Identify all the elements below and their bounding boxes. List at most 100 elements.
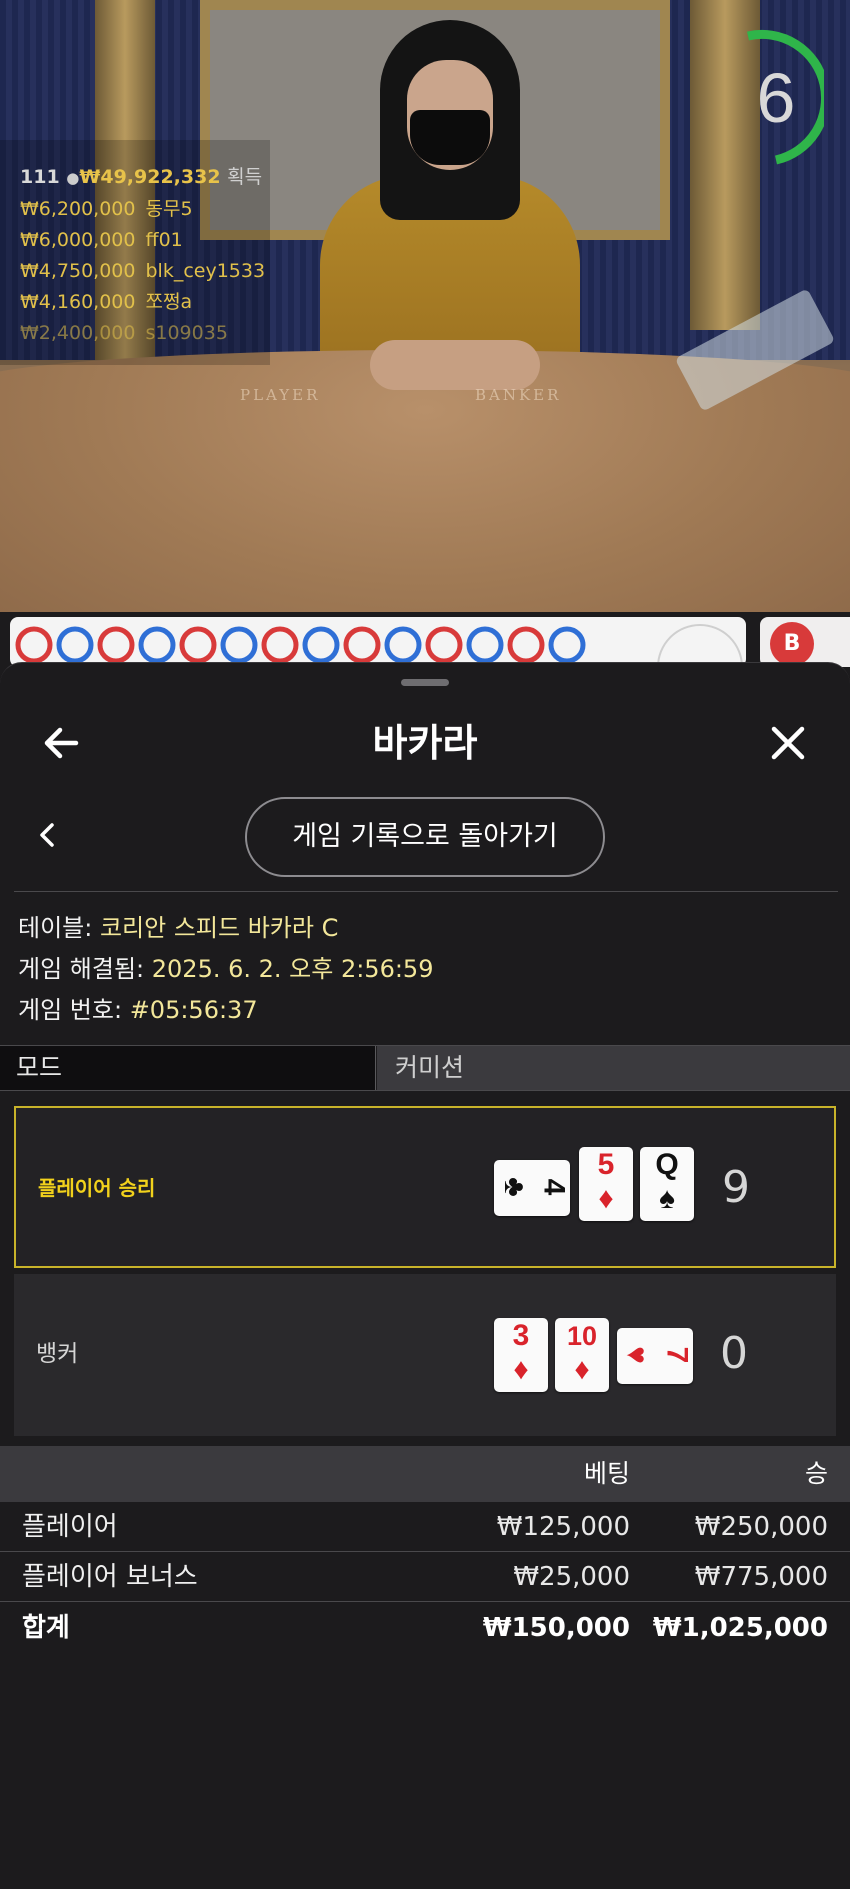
win-column-header: 승 [804,1459,828,1488]
card-rank: 4 [537,1178,571,1196]
winners-suffix: 획득 [227,166,263,188]
road-marker [56,626,94,664]
bead-road[interactable] [10,617,746,667]
winner-amount: ₩6,000,000 [20,229,136,251]
winners-count: 111 [20,166,60,188]
card-rank: 10 [566,1321,598,1351]
winners-total: ₩49,922,332 [79,166,221,188]
card-rank: 7 [660,1346,694,1364]
timer-value: 6 [756,59,796,137]
winner-name: ff01 [145,229,183,251]
card-rank: 3 [512,1319,530,1352]
sheet-header: 바카라 [0,703,850,783]
winner-amount: ₩2,400,000 [20,322,136,344]
road-marker [466,626,504,664]
banker-label: 뱅커 [36,1341,79,1367]
winner-row: ₩2,400,000 s109035 [20,318,265,349]
game-history-sheet: 바카라 게임 기록으로 돌아가기 테이블: 코리안 스피드 바카라 C 게임 해… [0,662,850,1889]
club-icon: ♣ [497,1177,531,1197]
return-to-history-button[interactable]: 게임 기록으로 돌아가기 [245,797,605,877]
road-marker [343,626,381,664]
bet-name: 플레이어 보너스 [22,1562,198,1592]
bead-road-markers [15,624,743,667]
table-value: 코리안 스피드 바카라 C [99,914,339,942]
road-marker [97,626,135,664]
card-rank: 5 [597,1148,615,1181]
banker-card-1: 3 ♦ [494,1318,548,1392]
resolved-label: 게임 해결됨: [18,955,145,983]
spade-icon: ♠ [659,1182,675,1215]
road-marker [15,626,53,664]
total-win: ₩1,025,000 [652,1613,828,1643]
mode-tab[interactable]: 모드 [0,1046,376,1090]
winner-amount: ₩4,160,000 [20,291,136,313]
road-marker [302,626,340,664]
winner-name: 쪼쩡a [145,291,193,313]
bet-amount: ₩25,000 [513,1562,630,1592]
resolved-line: 게임 해결됨: 2025. 6. 2. 오후 2:56:59 [18,949,433,990]
win-amount: ₩250,000 [694,1512,828,1542]
banker-card-3: 7 ♥ [617,1328,694,1384]
person-icon: ● [66,169,80,187]
banker-score: 0 [720,1328,748,1379]
road-marker [220,626,258,664]
winner-row: ₩4,160,000 쪼쩡a [20,287,265,318]
game-number-label: 게임 번호: [18,996,123,1024]
road-marker [507,626,545,664]
live-video: PLAYER BANKER 6 111 ●₩49,922,332 획득 ₩6,2… [0,0,850,612]
felt-player-label: PLAYER [240,386,321,404]
winner-row: ₩4,750,000 blk_cey1533 [20,256,265,287]
close-icon[interactable] [766,721,810,765]
winner-row: ₩6,000,000 ff01 [20,225,265,256]
player-card-3: Q ♠ [640,1147,694,1221]
heart-icon: ♥ [619,1346,653,1364]
player-card-1: 4 ♣ [494,1160,571,1216]
winner-name: blk_cey1533 [145,260,266,282]
road-marker [548,626,586,664]
player-hand: 플레이어 승리 4 ♣ 5 ♦ Q ♠ 9 [14,1106,836,1268]
road-placeholder [657,624,743,667]
back-arrow-icon[interactable] [40,721,84,765]
commission-tab[interactable]: 커미션 [377,1046,850,1090]
player-result-label: 플레이어 승리 [38,1176,156,1200]
table-row: 플레이어 보너스 ₩25,000 ₩775,000 [0,1552,850,1602]
player-score: 9 [722,1162,750,1213]
bet-name: 플레이어 [22,1512,118,1542]
winner-amount: ₩4,750,000 [20,260,136,282]
history-nav: 게임 기록으로 돌아가기 [0,791,850,881]
bet-column-header: 베팅 [583,1459,630,1488]
winners-list: 111 ●₩49,922,332 획득 ₩6,200,000 동무5 ₩6,000… [20,162,265,349]
divider [14,891,838,892]
diamond-icon: ♦ [598,1182,614,1215]
dealer-hands [370,340,540,390]
sheet-title: 바카라 [372,721,478,765]
bet-amount: ₩125,000 [496,1512,630,1542]
winner-row: ₩6,200,000 동무5 [20,194,265,225]
game-info: 테이블: 코리안 스피드 바카라 C 게임 해결됨: 2025. 6. 2. 오… [18,908,433,1031]
felt-banker-label: BANKER [475,386,562,404]
sheet-grabber[interactable] [401,679,449,686]
total-row: 합계 ₩150,000 ₩1,025,000 [0,1603,850,1653]
chevron-left-icon[interactable] [30,815,66,855]
winner-amount: ₩6,200,000 [20,198,136,220]
table-row: 플레이어 ₩125,000 ₩250,000 [0,1502,850,1552]
table-label: 테이블: [18,914,93,942]
total-bet: ₩150,000 [482,1613,630,1643]
banker-card-2: 10 ♦ [555,1318,609,1392]
player-card-2: 5 ♦ [579,1147,633,1221]
road-marker [179,626,217,664]
winners-header: 111 ●₩49,922,332 획득 [20,162,265,194]
game-number-line: 게임 번호: #05:56:37 [18,990,433,1031]
resolved-value: 2025. 6. 2. 오후 2:56:59 [151,955,434,983]
road-marker [138,626,176,664]
dealer-mask [410,110,490,165]
total-label: 합계 [22,1613,70,1643]
road-marker [261,626,299,664]
win-amount: ₩775,000 [694,1562,828,1592]
banker-hand: 뱅커 3 ♦ 10 ♦ 7 ♥ 0 [14,1274,836,1436]
road-marker [425,626,463,664]
game-number-value: #05:56:37 [129,996,258,1024]
countdown-timer: 6 [728,28,831,168]
winner-name: 동무5 [145,198,193,220]
table-line: 테이블: 코리안 스피드 바카라 C [18,908,433,949]
